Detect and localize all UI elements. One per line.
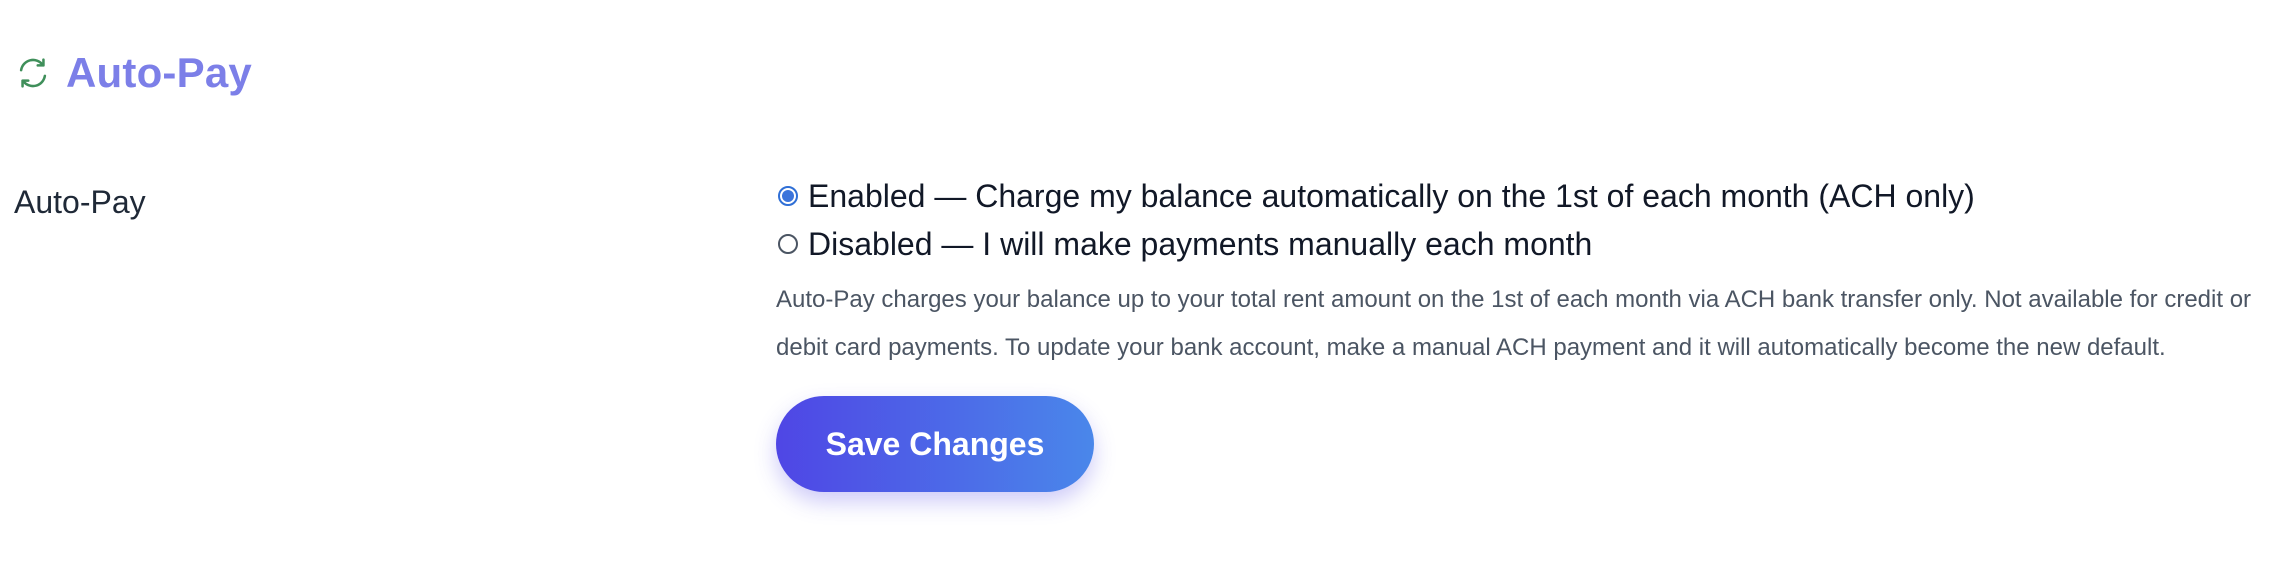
radio-disabled[interactable] [778,234,798,254]
autopay-field-body: Enabled — Charge my balance automaticall… [776,172,2256,492]
radio-disabled-label[interactable]: Disabled — I will make payments manually… [808,228,1592,260]
save-changes-button[interactable]: Save Changes [776,396,1094,492]
section-title: Auto-Pay [66,49,252,96]
radio-option-disabled[interactable]: Disabled — I will make payments manually… [776,220,2256,268]
autopay-field-label: Auto-Pay [14,184,146,220]
autopay-help-text: Auto-Pay charges your balance up to your… [776,286,2252,361]
radio-enabled[interactable] [778,186,798,206]
section-header: Auto-Pay [14,52,252,94]
radio-option-enabled[interactable]: Enabled — Charge my balance automaticall… [776,172,2256,220]
refresh-icon [19,58,47,88]
autopay-settings-page: Auto-Pay Auto-Pay Enabled — Charge my ba… [0,0,2270,572]
radio-enabled-label[interactable]: Enabled — Charge my balance automaticall… [808,180,1975,212]
